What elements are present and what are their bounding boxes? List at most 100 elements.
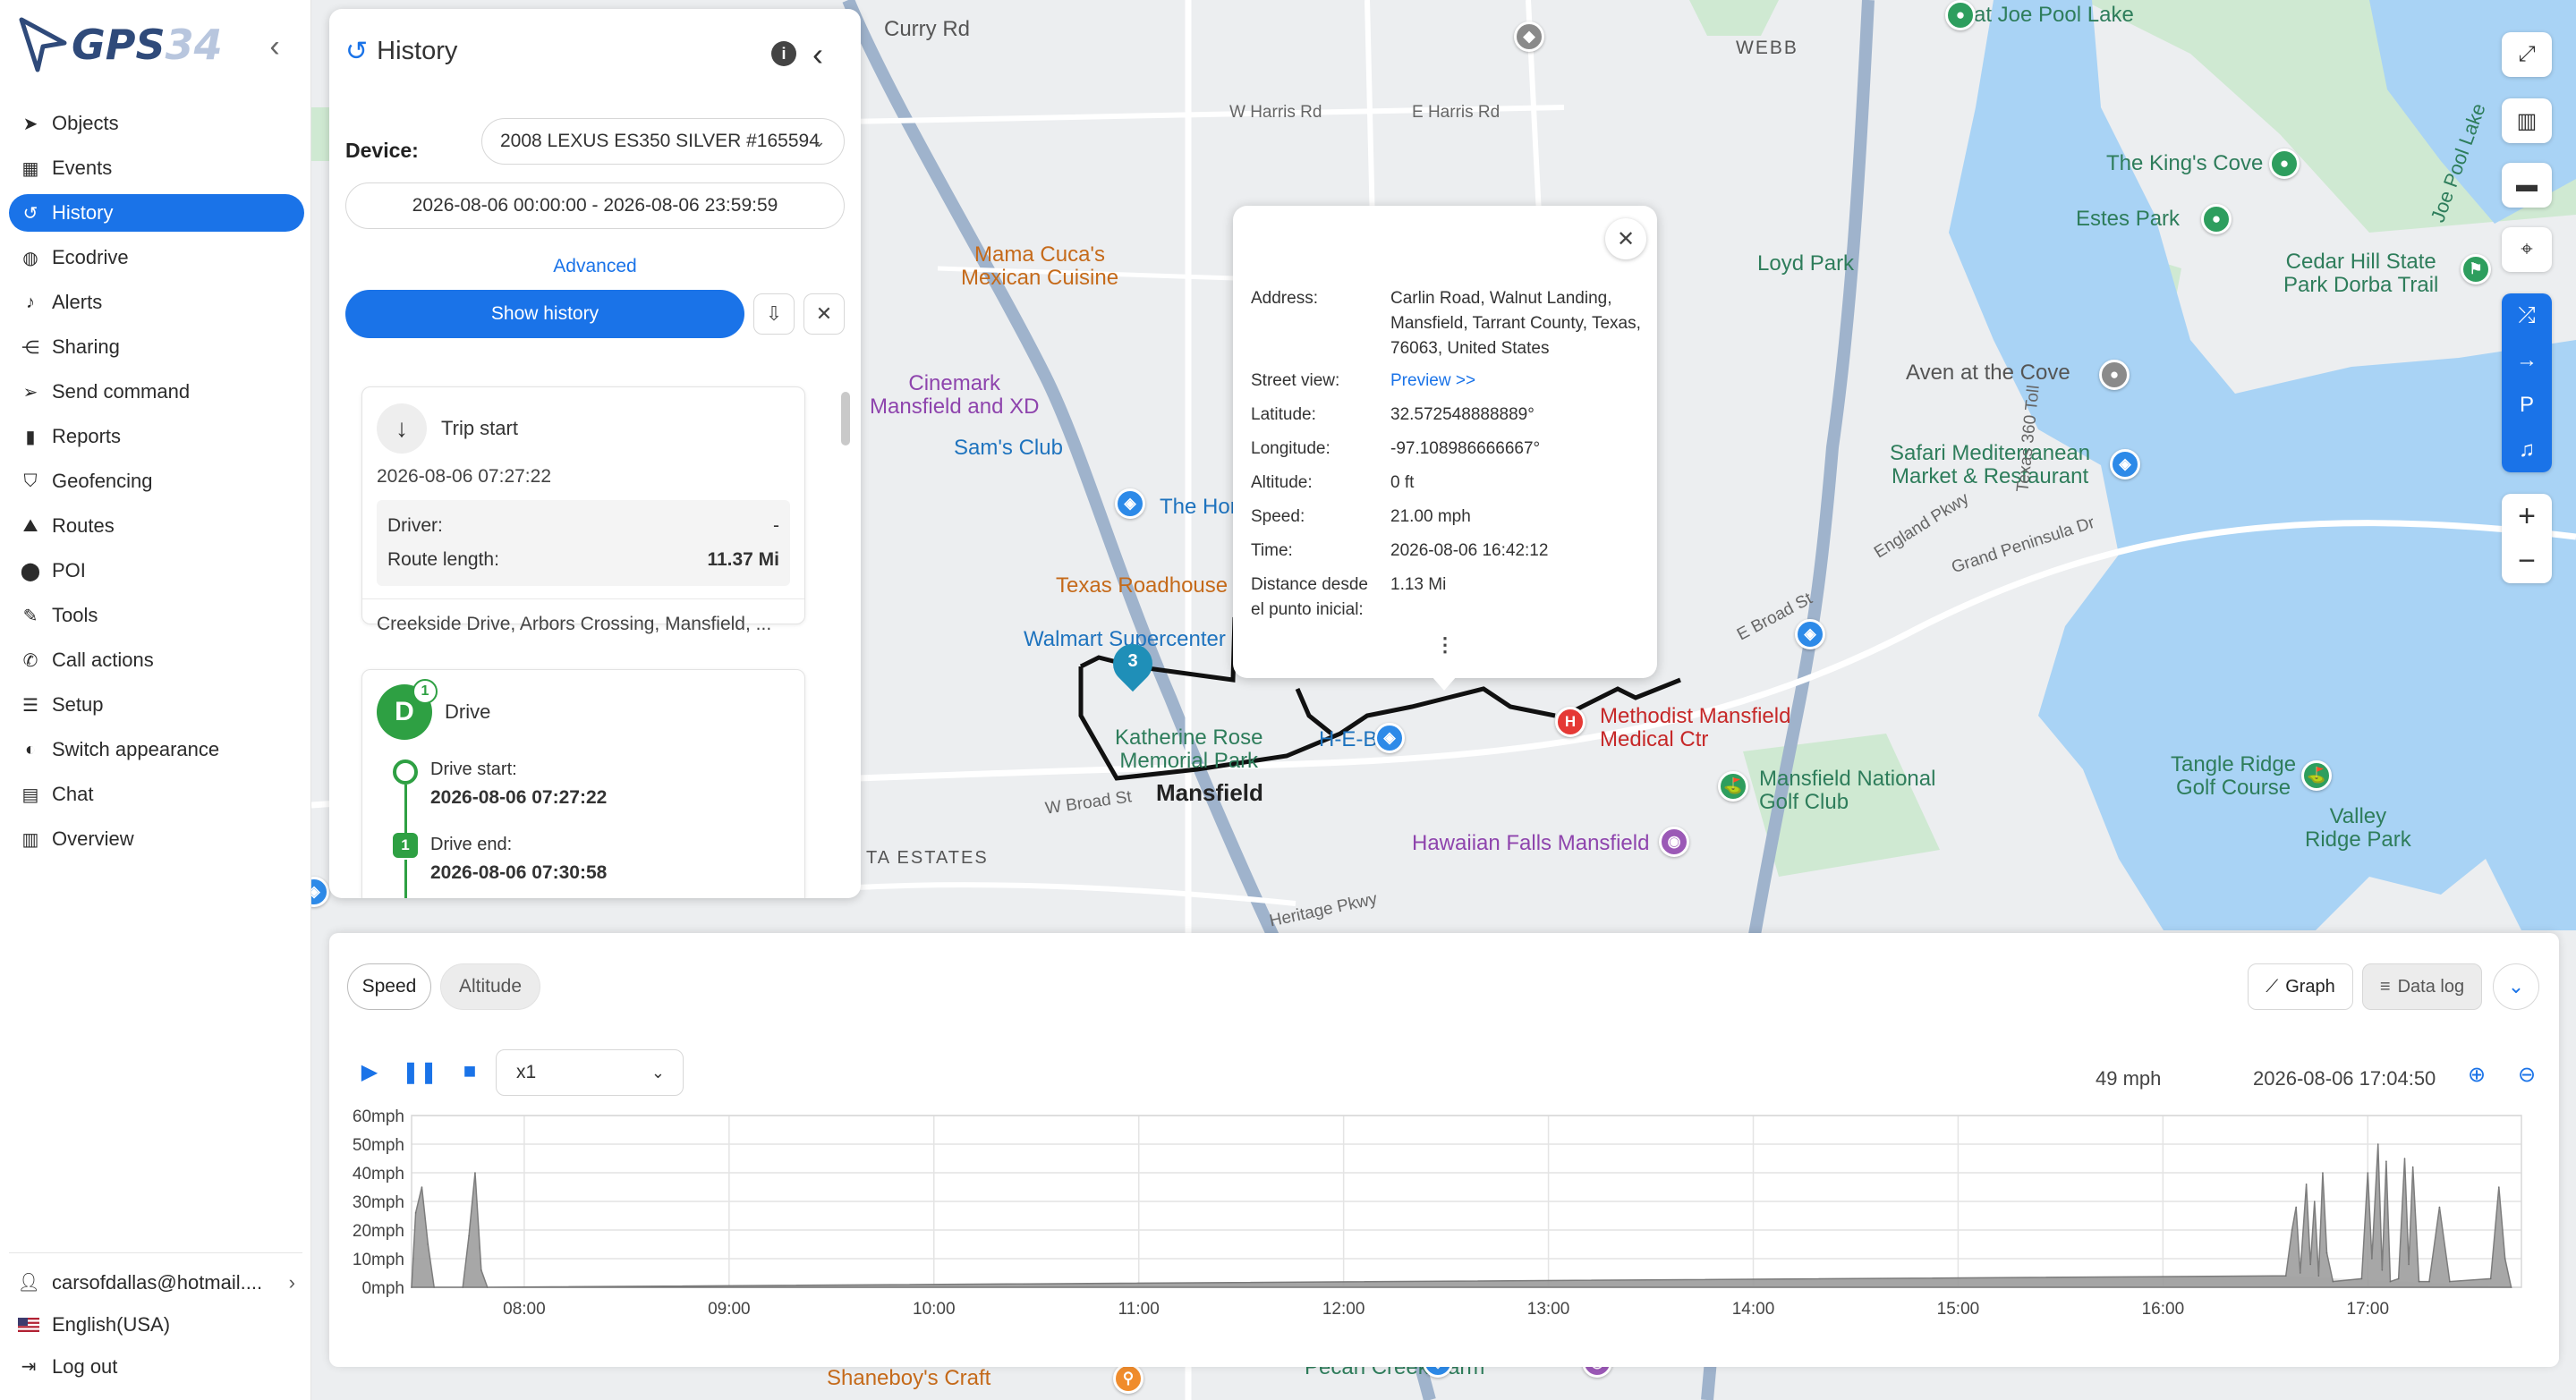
graph-label: Graph xyxy=(2285,976,2335,997)
golf-poi-icon[interactable]: ⛳ xyxy=(1718,771,1748,802)
close-panel-chevron-icon[interactable]: ‹ xyxy=(812,36,823,73)
park-poi-icon[interactable]: ● xyxy=(2201,204,2232,234)
sidebar-item-events[interactable]: ▦ Events xyxy=(9,146,304,191)
stop-icon[interactable]: ■ xyxy=(456,1058,483,1085)
sidebar-item-poi[interactable]: ⬤ POI xyxy=(9,548,304,593)
logout-label: Log out xyxy=(52,1354,118,1378)
calendar-icon: ▦ xyxy=(21,158,39,179)
sidebar-item-setup[interactable]: ☰ Setup xyxy=(9,683,304,727)
graph-button[interactable]: ⟋ Graph xyxy=(2248,963,2353,1010)
sidebar-item-label: Objects xyxy=(52,112,119,134)
sidebar-item-ecodrive[interactable]: ◍ Ecodrive xyxy=(9,235,304,280)
sidebar-item-alerts[interactable]: ♪ Alerts xyxy=(9,280,304,325)
speed-chart[interactable]: 0mph 10mph 20mph 30mph 40mph 50mph 60mph 08:00 0… xyxy=(329,1103,2559,1367)
locate-button[interactable]: ⌖ xyxy=(2502,227,2552,272)
tab-speed[interactable]: Speed xyxy=(347,963,431,1010)
speed-series-area xyxy=(411,1143,2512,1288)
location-info-popup: ✕ Address: Carlin Road, Walnut Landing, M… xyxy=(1233,206,1657,678)
event-bell-icon[interactable]: ♫ xyxy=(2502,428,2552,472)
school-poi-icon[interactable]: ◆ xyxy=(1514,21,1544,52)
language-selector[interactable]: English(USA) xyxy=(18,1303,295,1345)
sidebar-item-reports[interactable]: ▮ Reports xyxy=(9,414,304,459)
map-label-ta-estates: TA ESTATES xyxy=(866,848,989,868)
device-select[interactable]: 2008 LEXUS ES350 SILVER #165594 ⌄ xyxy=(481,118,845,165)
hospital-poi-icon[interactable]: H xyxy=(1555,707,1586,737)
sidebar-item-objects[interactable]: ➤ Objects xyxy=(9,101,304,146)
park-poi-icon[interactable]: ● xyxy=(1945,0,1976,30)
grocery-poi-icon[interactable]: ◈ xyxy=(1374,723,1405,753)
trip-start-datetime: 2026-08-06 07:27:22 xyxy=(377,466,551,487)
zoom-in-graph-icon[interactable]: ⊕ xyxy=(2468,1062,2486,1088)
parking-icon[interactable]: P xyxy=(2502,383,2552,428)
gps34-logo[interactable]: GPS34 xyxy=(18,16,223,73)
clear-icon[interactable]: ✕ xyxy=(803,293,845,335)
speed-data-point xyxy=(2381,1269,2384,1271)
drive-end-value: 2026-08-06 07:30:58 xyxy=(430,862,608,883)
arrow-right-icon[interactable]: → xyxy=(2502,338,2552,383)
current-speed: 49 mph xyxy=(2096,1067,2162,1090)
park-poi-icon[interactable]: ● xyxy=(2269,148,2300,179)
more-options-icon[interactable]: ⋮ xyxy=(1233,633,1657,657)
waterpark-poi-icon[interactable]: ◉ xyxy=(1659,827,1689,857)
golf-poi-icon[interactable]: ⛳ xyxy=(2301,760,2332,791)
chevron-down-icon[interactable]: ⌄ xyxy=(2493,963,2539,1010)
zoom-in-icon[interactable]: + xyxy=(2502,494,2552,539)
map-label-safari: Safari Mediterranean Market & Restaurant xyxy=(1890,441,2091,489)
map-label-w-harris: W Harris Rd xyxy=(1229,103,1322,122)
street-view-link[interactable]: Preview >> xyxy=(1390,369,1645,394)
sidebar-item-routes[interactable]: ⛰ Routes xyxy=(9,504,304,548)
trail-poi-icon[interactable]: ⚑ xyxy=(2461,254,2491,284)
data-log-button[interactable]: ≡ Data log xyxy=(2362,963,2482,1010)
ruler-button[interactable]: ▬ xyxy=(2502,163,2552,208)
location-poi-icon[interactable]: ◈ xyxy=(1795,619,1825,649)
sidebar-item-label: Alerts xyxy=(52,291,103,313)
drive-card[interactable]: D 1 Drive Drive start: 2026-08-06 07:27:… xyxy=(361,669,805,898)
geofence-icon: ⛉ xyxy=(23,471,38,491)
x-tick-label: 11:00 xyxy=(1118,1300,1160,1319)
restaurant-poi-icon[interactable]: ⚲ xyxy=(1113,1363,1143,1394)
tab-altitude[interactable]: Altitude xyxy=(440,963,540,1010)
show-history-button[interactable]: Show history xyxy=(345,290,744,338)
fullscreen-button[interactable]: ⤢ xyxy=(2502,32,2552,77)
x-tick-label: 14:00 xyxy=(1732,1300,1775,1319)
sidebar-item-overview[interactable]: ▥ Overview xyxy=(9,817,304,861)
market-poi-icon[interactable]: ◈ xyxy=(2110,449,2140,479)
speed-data-point xyxy=(2428,1280,2430,1283)
close-icon[interactable]: ✕ xyxy=(1605,218,1646,259)
trip-start-card[interactable]: ↓ Trip start 2026-08-06 07:27:22 Driver:… xyxy=(361,386,805,634)
speed-data-point xyxy=(2376,1143,2379,1145)
history-icon: ↺ xyxy=(345,37,369,66)
download-icon[interactable]: ⇩ xyxy=(753,293,795,335)
sidebar-item-tools[interactable]: ✎ Tools xyxy=(9,593,304,638)
sidebar-item-geofencing[interactable]: ⛉ Geofencing xyxy=(9,459,304,504)
trip-start-title: Trip start xyxy=(441,417,518,439)
sidebar-item-chat[interactable]: ▤ Chat xyxy=(9,772,304,817)
sidebar-item-call-actions[interactable]: ✆ Call actions xyxy=(9,638,304,683)
history-panel-header: ↺ History xyxy=(345,36,457,67)
speed-data-point xyxy=(2325,1252,2328,1254)
advanced-link[interactable]: Advanced xyxy=(329,256,861,277)
playback-speed-select[interactable]: x1 ⌄ xyxy=(496,1049,684,1096)
route-icon[interactable]: ⤮ xyxy=(2502,293,2552,338)
map-layers-button[interactable]: ▥ xyxy=(2502,98,2552,143)
bar-chart-icon: ▮ xyxy=(25,427,36,447)
play-icon[interactable]: ▶ xyxy=(356,1058,383,1085)
distance-label-2: el punto inicial: xyxy=(1251,600,1364,619)
residential-poi-icon[interactable]: ● xyxy=(2099,360,2130,390)
sidebar-item-history[interactable]: ↺ History xyxy=(9,194,304,232)
store-poi-icon[interactable]: ◈ xyxy=(1115,488,1145,519)
date-range-input[interactable]: 2026-08-06 00:00:00 - 2026-08-06 23:59:5… xyxy=(345,182,845,229)
user-account-menu[interactable]: 👤︎ carsofdallas@hotmail.... › xyxy=(17,1261,295,1303)
info-icon[interactable]: i xyxy=(771,41,796,66)
logout-button[interactable]: ⇥ Log out xyxy=(18,1345,295,1387)
sidebar-item-sharing[interactable]: ⋲ Sharing xyxy=(9,325,304,369)
history-scrollbar[interactable] xyxy=(839,365,852,898)
collapse-sidebar-chevron-icon[interactable]: ‹ xyxy=(261,30,288,64)
sidebar-item-switch-appearance[interactable]: ◐ Switch appearance xyxy=(9,727,304,772)
zoom-out-icon[interactable]: − xyxy=(2502,539,2552,583)
zoom-out-graph-icon[interactable]: ⊖ xyxy=(2518,1062,2536,1088)
sidebar-item-send-command[interactable]: ➢ Send command xyxy=(9,369,304,414)
pause-icon[interactable]: ❚❚ xyxy=(402,1058,438,1085)
x-tick-label: 16:00 xyxy=(2142,1300,2185,1319)
y-tick-label: 60mph xyxy=(353,1107,404,1126)
